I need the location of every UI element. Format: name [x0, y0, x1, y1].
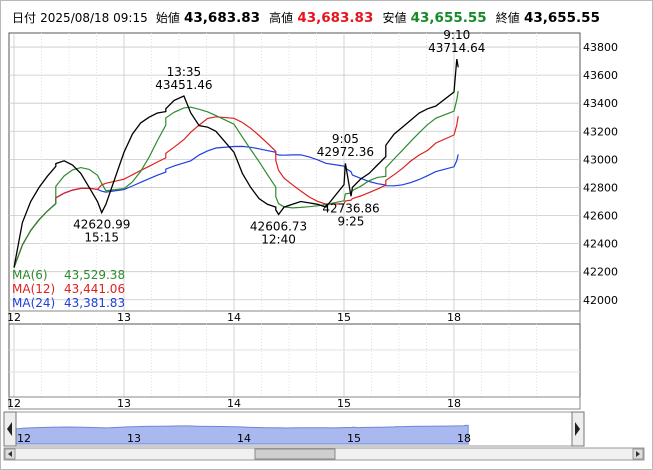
legend-name: MA(12) [12, 282, 55, 296]
price-series [13, 58, 459, 268]
date-strip-lower [8, 396, 581, 410]
legend-value: 43,529.38 [64, 268, 125, 282]
y-tick-label: 42000 [583, 294, 618, 307]
legend-name: MA(6) [12, 268, 48, 282]
x-tick-label: 13 [117, 397, 131, 410]
annotation-time: 15:15 [84, 231, 119, 245]
navigator-tick-label: 13 [127, 432, 141, 445]
y-tick-label: 42400 [583, 238, 618, 251]
volume-panel [8, 323, 581, 398]
scroll-thumb[interactable] [254, 448, 336, 460]
price-line [13, 58, 459, 268]
ma-legend: MA(6) 43,529.38 MA(12) 43,441.06 MA(24) 43,38… [12, 268, 125, 310]
x-tick-label: 15 [337, 397, 351, 410]
legend-value: 43,441.06 [64, 282, 125, 296]
x-tick-label: 14 [227, 311, 241, 324]
x-tick-label: 18 [447, 311, 461, 324]
navigator-tick-label: 15 [347, 432, 361, 445]
annotation-value: 43451.46 [155, 78, 212, 92]
annotation-value: 43714.64 [428, 41, 485, 55]
y-tick-label: 43000 [583, 153, 618, 166]
y-tick-label: 42200 [583, 266, 618, 279]
x-tick-label: 18 [447, 397, 461, 410]
ma12-line [13, 116, 459, 268]
legend-name: MA(24) [12, 296, 55, 310]
annotation-value: 42972.36 [317, 145, 374, 159]
annotation-value: 42736.86 [322, 201, 379, 215]
date-strip-main [8, 310, 581, 325]
legend-value: 43,381.83 [64, 296, 125, 310]
y-tick-label: 43600 [583, 69, 618, 82]
annotation-value: 42606.73 [250, 220, 307, 234]
y-tick-label: 43400 [583, 97, 618, 110]
annotation-time: 12:40 [261, 233, 296, 247]
y-tick-label: 42800 [583, 181, 618, 194]
navigator-tick-label: 12 [17, 432, 31, 445]
annotation-value: 42620.99 [73, 218, 130, 232]
navigator-tick-label: 14 [237, 432, 251, 445]
ma24-line [13, 145, 459, 268]
ma6-line [13, 90, 459, 268]
x-tick-label: 14 [227, 397, 241, 410]
x-tick-label: 13 [117, 311, 131, 324]
stock-chart[interactable]: 42000 42200 42400 42600 42800 43000 43200 43400… [0, 0, 653, 470]
annotation-time: 9:25 [337, 214, 364, 228]
y-tick-label: 43200 [583, 125, 618, 138]
y-axis: 42000 42200 42400 42600 42800 43000 43200 43400… [583, 41, 618, 307]
x-tick-label: 15 [337, 311, 351, 324]
x-tick-label: 12 [7, 397, 21, 410]
y-tick-label: 42600 [583, 210, 618, 223]
navigator-tick-label: 18 [457, 432, 471, 445]
annotation-time: 13:35 [167, 65, 202, 79]
y-tick-label: 43800 [583, 41, 618, 54]
x-tick-label: 12 [7, 311, 21, 324]
annotation-time: 9:05 [332, 132, 359, 146]
annotation-time: 9:10 [443, 28, 470, 42]
